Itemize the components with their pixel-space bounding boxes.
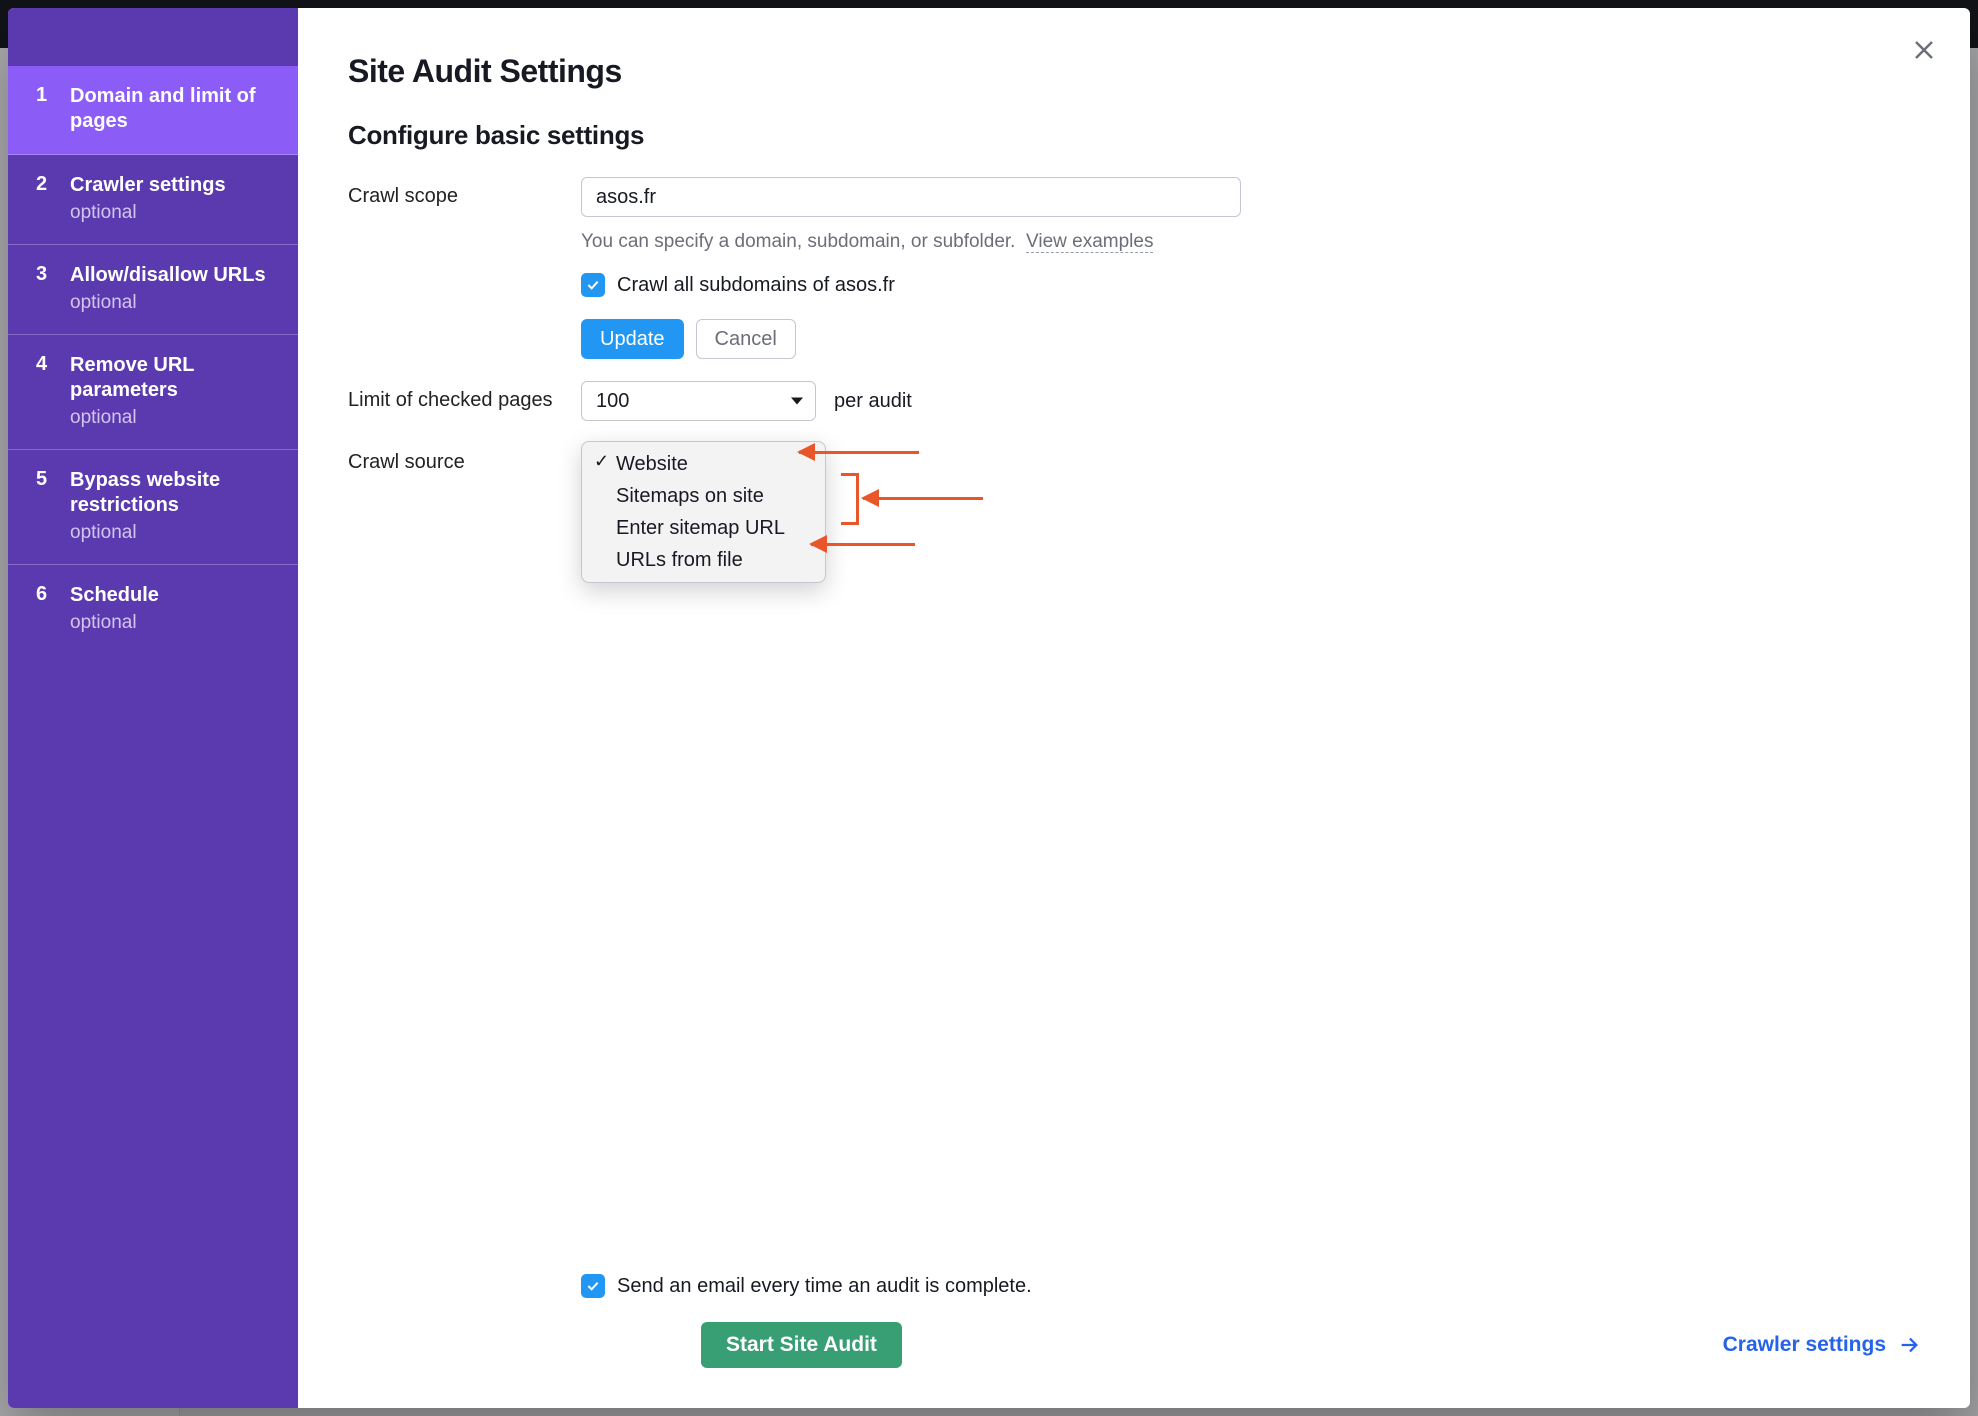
annotation-arrow xyxy=(799,451,919,454)
close-icon xyxy=(1912,38,1936,62)
close-button[interactable] xyxy=(1906,32,1942,68)
update-button[interactable]: Update xyxy=(581,319,684,359)
step-schedule[interactable]: 6 Schedule optional xyxy=(8,565,298,654)
step-subtitle: optional xyxy=(70,202,226,224)
source-option-sitemap-url[interactable]: Enter sitemap URL xyxy=(582,512,825,544)
step-number: 6 xyxy=(36,583,52,634)
limit-value: 100 xyxy=(596,390,629,413)
cancel-button[interactable]: Cancel xyxy=(696,319,796,359)
view-examples-link[interactable]: View examples xyxy=(1026,231,1153,253)
annotation-bracket xyxy=(841,473,859,525)
source-option-website[interactable]: Website xyxy=(582,448,825,480)
step-subtitle: optional xyxy=(70,522,276,544)
step-title: Allow/disallow URLs xyxy=(70,263,266,288)
limit-label: Limit of checked pages xyxy=(348,381,581,412)
arrow-right-icon xyxy=(1898,1334,1920,1356)
modal-footer: Send an email every time an audit is com… xyxy=(348,1234,1920,1368)
checkmark-icon xyxy=(585,1278,601,1294)
annotation-arrow xyxy=(863,497,983,500)
step-subtitle: optional xyxy=(70,407,276,429)
limit-suffix: per audit xyxy=(834,390,912,413)
step-number: 3 xyxy=(36,263,52,314)
settings-modal: 1 Domain and limit of pages 2 Crawler se… xyxy=(8,8,1970,1408)
step-allow-disallow[interactable]: 3 Allow/disallow URLs optional xyxy=(8,245,298,335)
step-number: 5 xyxy=(36,468,52,544)
step-title: Remove URL parameters xyxy=(70,353,276,403)
annotation-arrow xyxy=(811,543,915,546)
source-option-sitemaps[interactable]: Sitemaps on site xyxy=(582,480,825,512)
step-subtitle: optional xyxy=(70,292,266,314)
step-title: Schedule xyxy=(70,583,159,608)
step-title: Crawler settings xyxy=(70,173,226,198)
modal-title: Site Audit Settings xyxy=(348,53,1920,90)
step-subtitle: optional xyxy=(70,612,159,634)
step-number: 2 xyxy=(36,173,52,224)
crawl-subdomains-label: Crawl all subdomains of asos.fr xyxy=(617,274,895,297)
steps-sidebar: 1 Domain and limit of pages 2 Crawler se… xyxy=(8,8,298,1408)
start-audit-button[interactable]: Start Site Audit xyxy=(701,1322,902,1368)
settings-panel: Site Audit Settings Configure basic sett… xyxy=(298,8,1970,1408)
step-title: Bypass website restrictions xyxy=(70,468,276,518)
crawl-scope-label: Crawl scope xyxy=(348,177,581,208)
email-checkbox[interactable] xyxy=(581,1274,605,1298)
step-crawler-settings[interactable]: 2 Crawler settings optional xyxy=(8,155,298,245)
source-label: Crawl source xyxy=(348,443,581,474)
next-step-link[interactable]: Crawler settings xyxy=(1723,1333,1920,1357)
step-domain-limit[interactable]: 1 Domain and limit of pages xyxy=(8,66,298,155)
modal-subtitle: Configure basic settings xyxy=(348,120,1920,151)
step-bypass[interactable]: 5 Bypass website restrictions optional xyxy=(8,450,298,565)
email-label: Send an email every time an audit is com… xyxy=(617,1275,1032,1298)
step-number: 4 xyxy=(36,353,52,429)
source-dropdown: Website Sitemaps on site Enter sitemap U… xyxy=(581,441,826,583)
limit-select[interactable]: 100 xyxy=(581,381,816,421)
crawl-subdomains-checkbox[interactable] xyxy=(581,273,605,297)
checkmark-icon xyxy=(585,277,601,293)
crawl-scope-input[interactable] xyxy=(581,177,1241,217)
step-number: 1 xyxy=(36,84,52,134)
source-option-urls-file[interactable]: URLs from file xyxy=(582,544,825,576)
step-remove-params[interactable]: 4 Remove URL parameters optional xyxy=(8,335,298,450)
step-title: Domain and limit of pages xyxy=(70,84,276,134)
crawl-scope-hint: You can specify a domain, subdomain, or … xyxy=(581,231,1920,253)
